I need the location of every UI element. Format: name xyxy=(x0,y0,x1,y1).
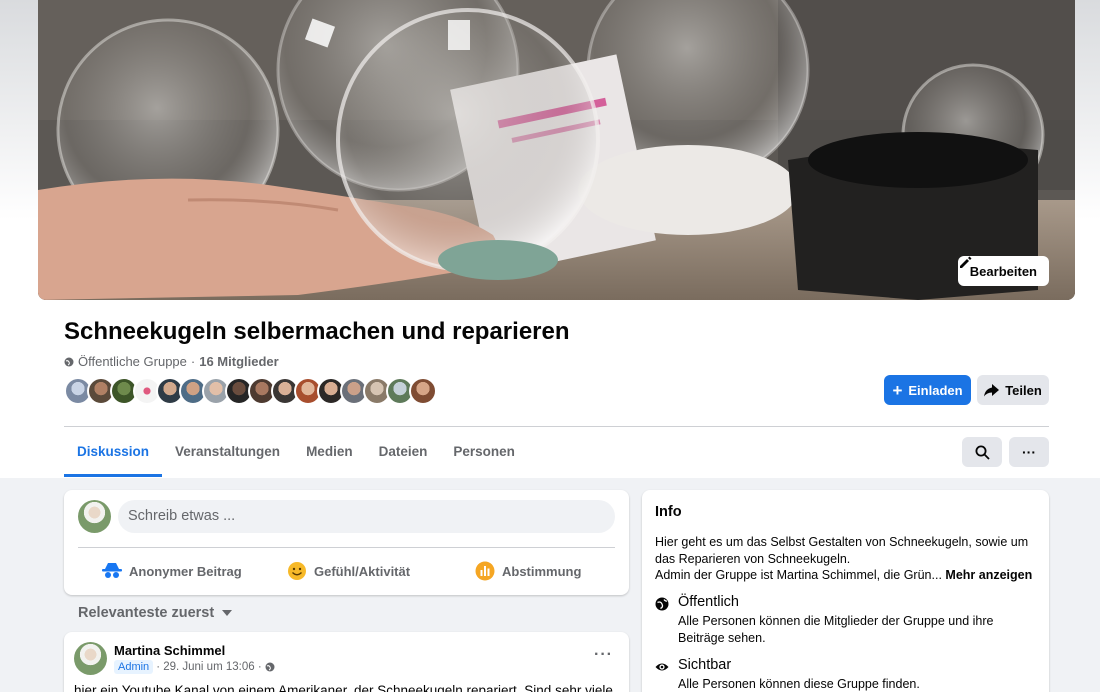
admin-badge: Admin xyxy=(114,660,154,674)
eye-icon xyxy=(655,663,669,671)
cover-photo: Bearbeiten xyxy=(38,0,1075,300)
tab-events[interactable]: Veranstaltungen xyxy=(162,427,293,477)
post-author[interactable]: Martina Schimmel xyxy=(114,643,225,658)
tab-files[interactable]: Dateien xyxy=(366,427,441,477)
anonymous-icon xyxy=(102,563,122,578)
composer-input[interactable]: Schreib etwas ... xyxy=(118,500,615,533)
poll-icon xyxy=(475,561,495,581)
member-avatar[interactable] xyxy=(409,377,437,405)
info-public-row: Öffentlich Alle Personen können die Mitg… xyxy=(655,594,1018,646)
info-public-text: Alle Personen können die Mitglieder der … xyxy=(678,614,994,645)
cover-image xyxy=(38,0,1075,300)
info-public-title: Öffentlich xyxy=(678,594,739,610)
info-card: Info Hier geht es um das Selbst Gestalte… xyxy=(642,490,1049,692)
info-description: Hier geht es um das Selbst Gestalten von… xyxy=(655,534,1039,584)
smiley-icon xyxy=(288,562,306,580)
info-visible-text: Alle Personen können diese Gruppe finden… xyxy=(678,677,920,691)
feeling-activity-button[interactable]: Gefühl/Aktivität xyxy=(287,558,410,584)
globe-icon xyxy=(64,357,74,366)
post-text: hier ein Youtube Kanal von einem Amerika… xyxy=(74,683,613,692)
info-visible-row: Sichtbar Alle Personen können diese Grup… xyxy=(655,657,1018,692)
group-tabs: Diskussion Veranstaltungen Medien Dateie… xyxy=(64,427,528,477)
group-privacy[interactable]: Öffentliche Gruppe xyxy=(78,354,187,369)
plus-icon: + xyxy=(892,380,903,400)
sort-dropdown[interactable]: Relevanteste zuerst xyxy=(78,605,233,621)
edit-cover-label: Bearbeiten xyxy=(969,263,1037,279)
info-description-text-2: Admin der Gruppe ist Martina Schimmel, d… xyxy=(655,568,942,582)
group-title: Schneekugeln selbermachen und reparieren xyxy=(64,318,570,345)
share-button[interactable]: Teilen xyxy=(977,375,1049,405)
info-title: Info xyxy=(655,504,682,520)
search-button[interactable] xyxy=(962,437,1002,467)
poll-label: Abstimmung xyxy=(502,563,582,579)
share-arrow-icon xyxy=(984,383,1000,396)
anonymous-post-button[interactable]: Anonymer Beitrag xyxy=(102,558,242,584)
composer-divider xyxy=(78,547,615,548)
sort-label: Relevanteste zuerst xyxy=(78,605,215,621)
edit-cover-button[interactable]: Bearbeiten xyxy=(957,256,1049,286)
more-icon: ··· xyxy=(1022,444,1036,460)
info-description-text: Hier geht es um das Selbst Gestalten von… xyxy=(655,535,1029,566)
caret-down-icon xyxy=(222,610,233,616)
post-meta: Admin · 29. Juni um 13:06 · xyxy=(114,660,275,674)
group-member-count[interactable]: 16 Mitglieder xyxy=(199,354,278,369)
tab-discussion[interactable]: Diskussion xyxy=(64,427,163,477)
group-meta: Öffentliche Gruppe · 16 Mitglieder xyxy=(64,354,279,369)
info-visible-title: Sichtbar xyxy=(678,657,732,673)
post-card: Martina Schimmel Admin · 29. Juni um 13:… xyxy=(64,632,629,692)
member-avatars[interactable] xyxy=(64,377,437,405)
tab-people[interactable]: Personen xyxy=(440,427,528,477)
feeling-activity-label: Gefühl/Aktivität xyxy=(314,563,411,579)
anonymous-post-label: Anonymer Beitrag xyxy=(129,563,242,579)
show-more-link[interactable]: Mehr anzeigen xyxy=(945,568,1032,582)
tab-media[interactable]: Medien xyxy=(293,427,366,477)
globe-icon xyxy=(265,662,275,672)
search-icon xyxy=(975,445,990,460)
globe-icon xyxy=(655,597,669,611)
avatar[interactable] xyxy=(78,500,111,533)
post-timestamp[interactable]: · 29. Juni um 13:06 · xyxy=(156,661,261,673)
share-label: Teilen xyxy=(1005,382,1042,398)
post-more-button[interactable]: ··· xyxy=(594,646,613,664)
invite-label: Einladen xyxy=(908,382,963,398)
more-options-button[interactable]: ··· xyxy=(1009,437,1049,467)
avatar[interactable] xyxy=(74,642,107,675)
pencil-icon xyxy=(959,256,972,268)
invite-button[interactable]: + Einladen xyxy=(884,375,971,405)
meta-separator: · xyxy=(190,354,196,369)
post-composer: Schreib etwas ... Anonymer Beitrag Gefüh… xyxy=(64,490,629,595)
poll-button[interactable]: Abstimmung xyxy=(475,558,581,584)
